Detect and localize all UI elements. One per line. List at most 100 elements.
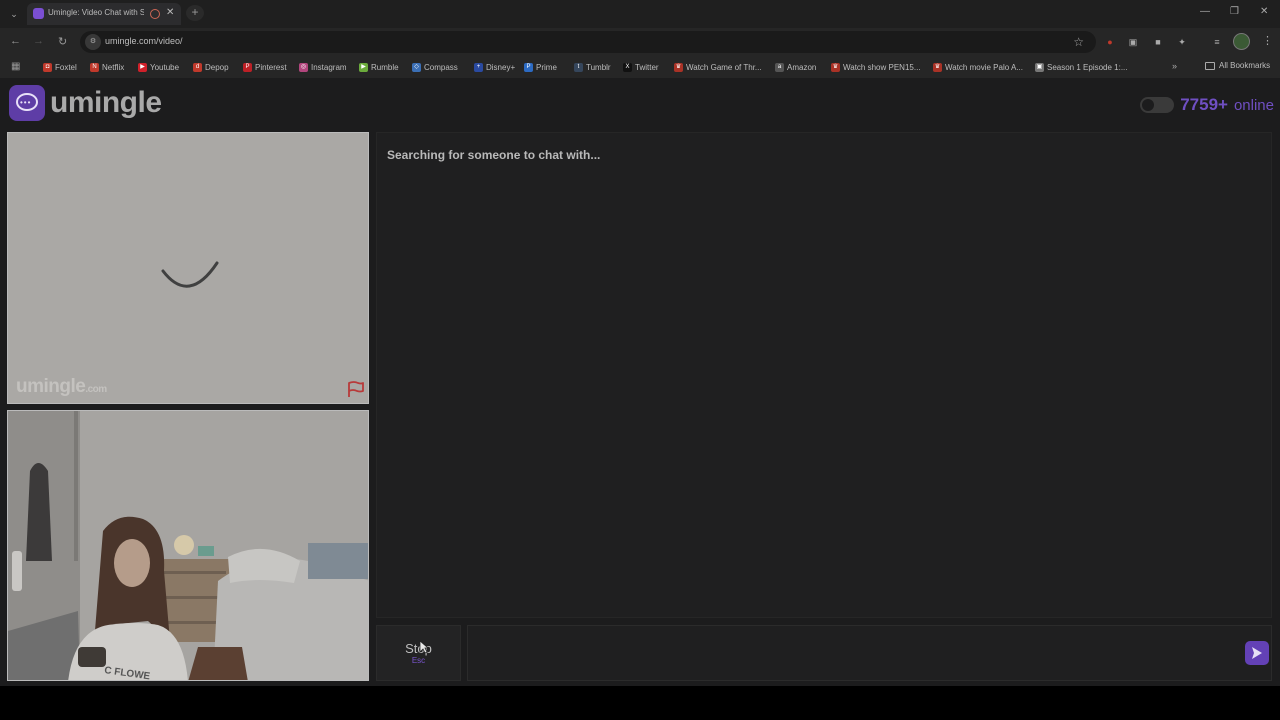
bookmark-item[interactable]: a Amazon [775, 61, 816, 73]
bookmark-favicon-icon: ▶ [138, 62, 147, 72]
status-message: Searching for someone to chat with... [387, 148, 601, 162]
loading-spinner-icon [161, 261, 219, 288]
restore-icon[interactable]: ❐ [1230, 6, 1239, 17]
bookmark-favicon-icon: t [574, 62, 583, 72]
watermark-tld: .com [85, 384, 107, 395]
bookmark-label: Pinterest [255, 62, 287, 72]
bookmark-label: Foxtel [55, 62, 77, 72]
tab-title: Umingle: Video Chat with S [48, 8, 144, 17]
profile-avatar[interactable] [1233, 33, 1250, 50]
bookmark-favicon-icon: d [193, 62, 202, 72]
bookmark-favicon-icon: P [524, 62, 533, 72]
self-webcam-video: C FLOWE [7, 410, 369, 681]
stop-shortcut-key: Esc [411, 656, 426, 665]
bookmark-favicon-icon: ◎ [299, 62, 308, 72]
site-logo[interactable]: ••• umingle [9, 85, 162, 121]
browser-tab-bar: ⌄ Umingle: Video Chat with S ✕ + — ❐ ✕ [0, 0, 1280, 28]
bookmark-label: Rumble [371, 62, 399, 72]
bookmark-favicon-icon: ♛ [674, 62, 683, 72]
theme-toggle[interactable] [1140, 97, 1175, 113]
bookmark-favicon-icon: ◇ [412, 62, 421, 72]
bookmark-favicon-icon: N [90, 62, 99, 72]
apps-grid-icon[interactable]: ▦ [11, 61, 20, 72]
extension-record-icon[interactable]: ● [1103, 35, 1117, 49]
browser-toolbar: ← → ↻ ⚙ umingle.com/video/ ☆ ● ▣ ■ ✦ ≡ ⋮ [0, 28, 1280, 56]
minimize-icon[interactable]: — [1200, 6, 1210, 17]
reload-icon[interactable]: ↻ [58, 35, 67, 48]
mouse-cursor-icon [419, 640, 429, 654]
bookmark-favicon-icon: ♛ [831, 62, 840, 72]
bookmark-item[interactable]: X Twitter [623, 61, 659, 73]
bookmarks-overflow-icon[interactable]: » [1172, 61, 1177, 71]
bookmark-label: Youtube [150, 62, 180, 72]
bookmark-favicon-icon: ▶ [359, 62, 368, 72]
all-bookmarks[interactable]: All Bookmarks [1205, 61, 1270, 70]
tab-list-chevron-icon[interactable]: ⌄ [6, 6, 22, 22]
window-close-icon[interactable]: ✕ [1260, 6, 1268, 17]
bookmark-item[interactable]: ◘ Foxtel [43, 61, 77, 73]
chat-log[interactable]: Searching for someone to chat with... [376, 132, 1272, 618]
bookmark-item[interactable]: P Pinterest [243, 61, 287, 73]
site-info-icon[interactable]: ⚙ [85, 34, 101, 50]
new-tab-button[interactable]: + [186, 5, 204, 21]
address-bar[interactable]: ⚙ umingle.com/video/ ☆ [80, 31, 1096, 53]
browser-menu-icon[interactable]: ⋮ [1262, 34, 1273, 47]
bookmark-label: Depop [205, 62, 229, 72]
back-arrow-icon[interactable]: ← [10, 35, 21, 47]
bookmark-label: Watch show PEN15... [843, 62, 921, 72]
umingle-page: ••• umingle 7759+ online umingle.com C F… [0, 78, 1280, 720]
extensions-puzzle-icon[interactable]: ✦ [1175, 35, 1189, 49]
bookmark-star-icon[interactable]: ☆ [1073, 35, 1084, 49]
webcam-scene-image: C FLOWE [8, 411, 368, 680]
media-controls-icon[interactable]: ≡ [1210, 35, 1224, 49]
bookmark-label: Amazon [787, 62, 817, 72]
bookmark-favicon-icon: ◘ [43, 62, 52, 72]
bookmark-item[interactable]: ♛ Watch Game of Thr... [674, 61, 762, 73]
bookmark-label: Tumblr [586, 62, 611, 72]
bookmark-favicon-icon: + [474, 62, 483, 72]
watermark-text: umingle [16, 376, 86, 397]
bookmark-item[interactable]: ▶ Youtube [138, 61, 179, 73]
bookmarks-bar: ▦ ◘ Foxtel N Netflix ▶ Youtube d Depop P Pinteres… [0, 56, 1280, 78]
folder-icon [1205, 61, 1215, 70]
online-label: online [1233, 96, 1274, 114]
send-button[interactable] [1245, 641, 1269, 665]
bookmark-item[interactable]: ▣ Season 1 Episode 1:... [1035, 61, 1128, 73]
umingle-watermark: umingle.com [16, 376, 107, 398]
online-count: 7759+ [1180, 95, 1228, 114]
bookmark-label: Instagram [311, 62, 347, 72]
bookmark-item[interactable]: P Prime [524, 61, 557, 73]
report-flag-icon[interactable] [346, 380, 364, 398]
extension-game-icon[interactable]: ▣ [1126, 35, 1140, 49]
bookmark-favicon-icon: ▣ [1035, 62, 1044, 72]
bookmark-item[interactable]: ♛ Watch show PEN15... [831, 61, 921, 73]
screen-bottom-bar [0, 686, 1280, 720]
forward-arrow-icon[interactable]: → [33, 35, 44, 47]
bookmark-favicon-icon: ♛ [933, 62, 942, 72]
send-arrow-icon [1252, 647, 1262, 659]
bookmark-item[interactable]: d Depop [193, 61, 229, 73]
bookmark-item[interactable]: N Netflix [90, 61, 124, 73]
bookmark-item[interactable]: ▶ Rumble [359, 61, 399, 73]
bookmark-label: Watch Game of Thr... [686, 62, 762, 72]
bookmark-item[interactable]: ◎ Instagram [299, 61, 347, 73]
bookmark-item[interactable]: ♛ Watch movie Palo A... [933, 61, 1023, 73]
all-bookmarks-label: All Bookmarks [1219, 61, 1271, 70]
logo-text: umingle [50, 86, 162, 119]
chat-bubble-logo-icon: ••• [9, 85, 45, 121]
bookmark-item[interactable]: ◇ Compass [412, 61, 458, 73]
bookmark-favicon-icon: X [623, 62, 632, 72]
bookmark-label: Compass [424, 62, 458, 72]
url-text: umingle.com/video/ [105, 36, 183, 46]
tab-close-icon[interactable]: ✕ [166, 7, 174, 18]
active-tab[interactable]: Umingle: Video Chat with S ✕ [27, 3, 181, 25]
bookmark-label: Prime [536, 62, 557, 72]
online-counter: 7759+ online [1140, 95, 1274, 115]
bookmark-favicon-icon: P [243, 62, 252, 72]
bookmark-label: Watch movie Palo A... [945, 62, 1023, 72]
message-input[interactable] [467, 625, 1272, 681]
bookmark-item[interactable]: t Tumblr [574, 61, 611, 73]
bookmark-item[interactable]: + Disney+ [474, 61, 515, 73]
extension-square-icon[interactable]: ■ [1151, 35, 1165, 49]
bookmark-label: Netflix [102, 62, 125, 72]
